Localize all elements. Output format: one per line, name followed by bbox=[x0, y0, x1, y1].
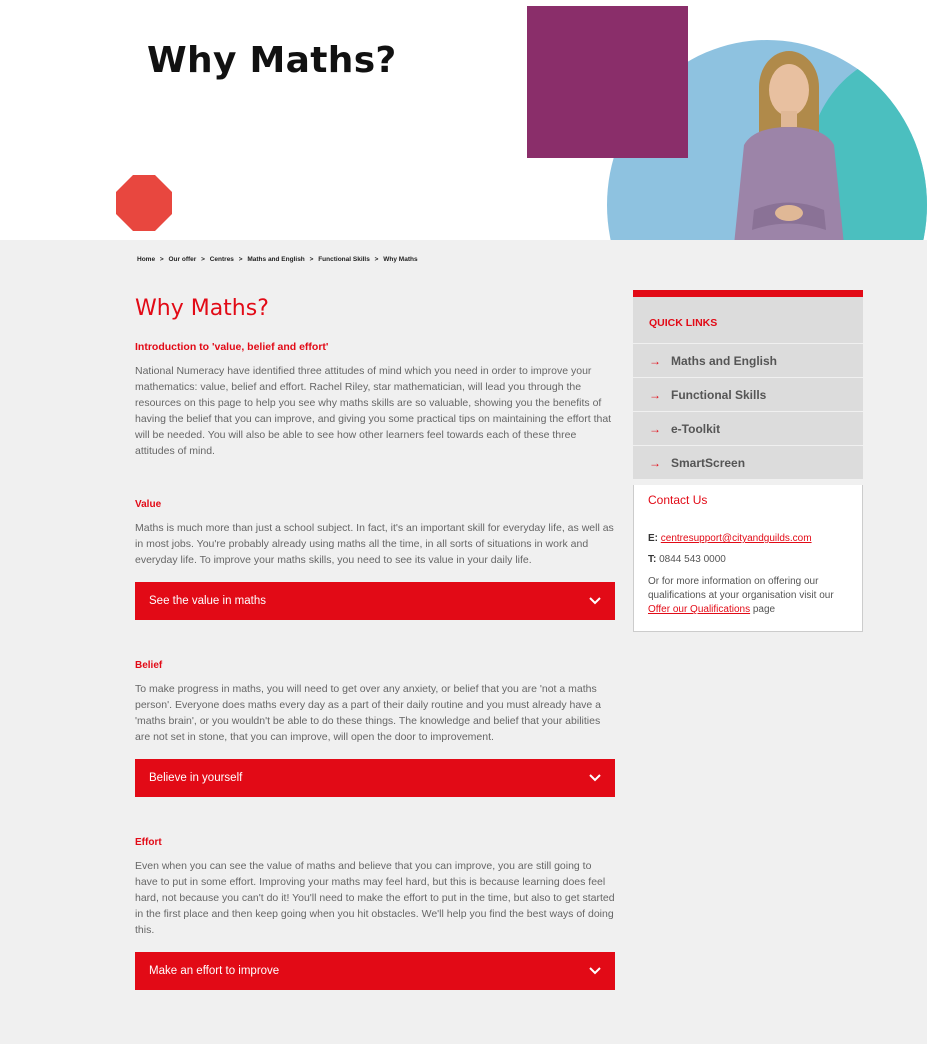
main-content: Why Maths? Introduction to 'value, belie… bbox=[135, 296, 615, 990]
effort-accordion-label: Make an effort to improve bbox=[149, 965, 280, 977]
breadcrumb-our-offer[interactable]: Our offer bbox=[168, 256, 196, 263]
red-octagon-graphic bbox=[116, 175, 172, 231]
contact-more-text: Or for more information on offering our … bbox=[648, 575, 848, 617]
arrow-right-icon: → bbox=[649, 421, 661, 436]
breadcrumb-separator: > bbox=[309, 256, 314, 263]
belief-heading: Belief bbox=[135, 660, 163, 671]
main-area: Home > Our offer > Centres > Maths and E… bbox=[0, 240, 927, 1044]
breadcrumb-functional-skills[interactable]: Functional Skills bbox=[318, 256, 370, 263]
quick-link-label: SmartScreen bbox=[671, 455, 746, 470]
quick-link-label: Functional Skills bbox=[671, 387, 767, 402]
quick-links-panel: QUICK LINKS → Maths and English → Functi… bbox=[633, 297, 863, 479]
hero-title: Why Maths? bbox=[147, 40, 397, 81]
chevron-down-icon bbox=[589, 774, 601, 782]
intro-heading: Introduction to 'value, belief and effor… bbox=[135, 341, 329, 353]
arrow-right-icon: → bbox=[649, 455, 661, 470]
quick-link-functional-skills[interactable]: → Functional Skills bbox=[633, 377, 863, 411]
contact-email-line: E: centresupport@cityandguilds.com bbox=[648, 533, 848, 544]
contact-panel: Contact Us E: centresupport@cityandguild… bbox=[633, 485, 863, 632]
breadcrumb-centres[interactable]: Centres bbox=[210, 256, 234, 263]
email-link[interactable]: centresupport@cityandguilds.com bbox=[661, 533, 812, 544]
sidebar: QUICK LINKS → Maths and English → Functi… bbox=[633, 290, 863, 632]
belief-accordion-label: Believe in yourself bbox=[149, 772, 243, 784]
breadcrumb-maths-english[interactable]: Maths and English bbox=[247, 256, 304, 263]
quick-links-title: QUICK LINKS bbox=[649, 317, 718, 329]
quick-link-smartscreen[interactable]: → SmartScreen bbox=[633, 445, 863, 479]
breadcrumb: Home > Our offer > Centres > Maths and E… bbox=[137, 256, 421, 263]
more-text-after: page bbox=[752, 604, 776, 615]
quick-links-top-bar bbox=[633, 290, 863, 297]
page-title: Why Maths? bbox=[135, 296, 269, 321]
belief-text: To make progress in maths, you will need… bbox=[135, 683, 602, 743]
breadcrumb-separator: > bbox=[374, 256, 379, 263]
breadcrumb-home[interactable]: Home bbox=[137, 256, 155, 263]
breadcrumb-separator: > bbox=[159, 256, 164, 263]
more-text-before: Or for more information on offering our … bbox=[648, 576, 834, 601]
purple-square-graphic bbox=[527, 6, 688, 158]
breadcrumb-current: Why Maths bbox=[383, 256, 418, 263]
contact-title: Contact Us bbox=[648, 493, 708, 507]
breadcrumb-separator: > bbox=[201, 256, 205, 263]
quick-link-maths-english[interactable]: → Maths and English bbox=[633, 343, 863, 377]
offer-qualifications-link[interactable]: Offer our Qualifications bbox=[648, 604, 750, 615]
effort-text: Even when you can see the value of maths… bbox=[135, 860, 615, 936]
email-label: E: bbox=[648, 533, 658, 544]
phone-label: T: bbox=[648, 554, 657, 565]
contact-phone-line: T: 0844 543 0000 bbox=[648, 554, 848, 565]
phone-number: 0844 543 0000 bbox=[659, 554, 726, 565]
value-text: Maths is much more than just a school su… bbox=[135, 522, 614, 566]
hero-banner: Why Maths? bbox=[0, 0, 927, 240]
value-heading: Value bbox=[135, 499, 162, 510]
quick-link-label: e-Toolkit bbox=[671, 421, 721, 436]
value-accordion-label: See the value in maths bbox=[149, 595, 266, 607]
presenter-image bbox=[734, 51, 844, 240]
chevron-down-icon bbox=[589, 597, 601, 605]
value-accordion-button[interactable]: See the value in maths bbox=[135, 582, 615, 620]
quick-link-label: Maths and English bbox=[671, 353, 778, 368]
arrow-right-icon: → bbox=[649, 387, 661, 402]
effort-heading: Effort bbox=[135, 837, 162, 848]
intro-text: National Numeracy have identified three … bbox=[135, 365, 612, 457]
chevron-down-icon bbox=[589, 967, 601, 975]
arrow-right-icon: → bbox=[649, 353, 661, 368]
breadcrumb-separator: > bbox=[238, 256, 243, 263]
quick-link-e-toolkit[interactable]: → e-Toolkit bbox=[633, 411, 863, 445]
effort-accordion-button[interactable]: Make an effort to improve bbox=[135, 952, 615, 990]
belief-accordion-button[interactable]: Believe in yourself bbox=[135, 759, 615, 797]
